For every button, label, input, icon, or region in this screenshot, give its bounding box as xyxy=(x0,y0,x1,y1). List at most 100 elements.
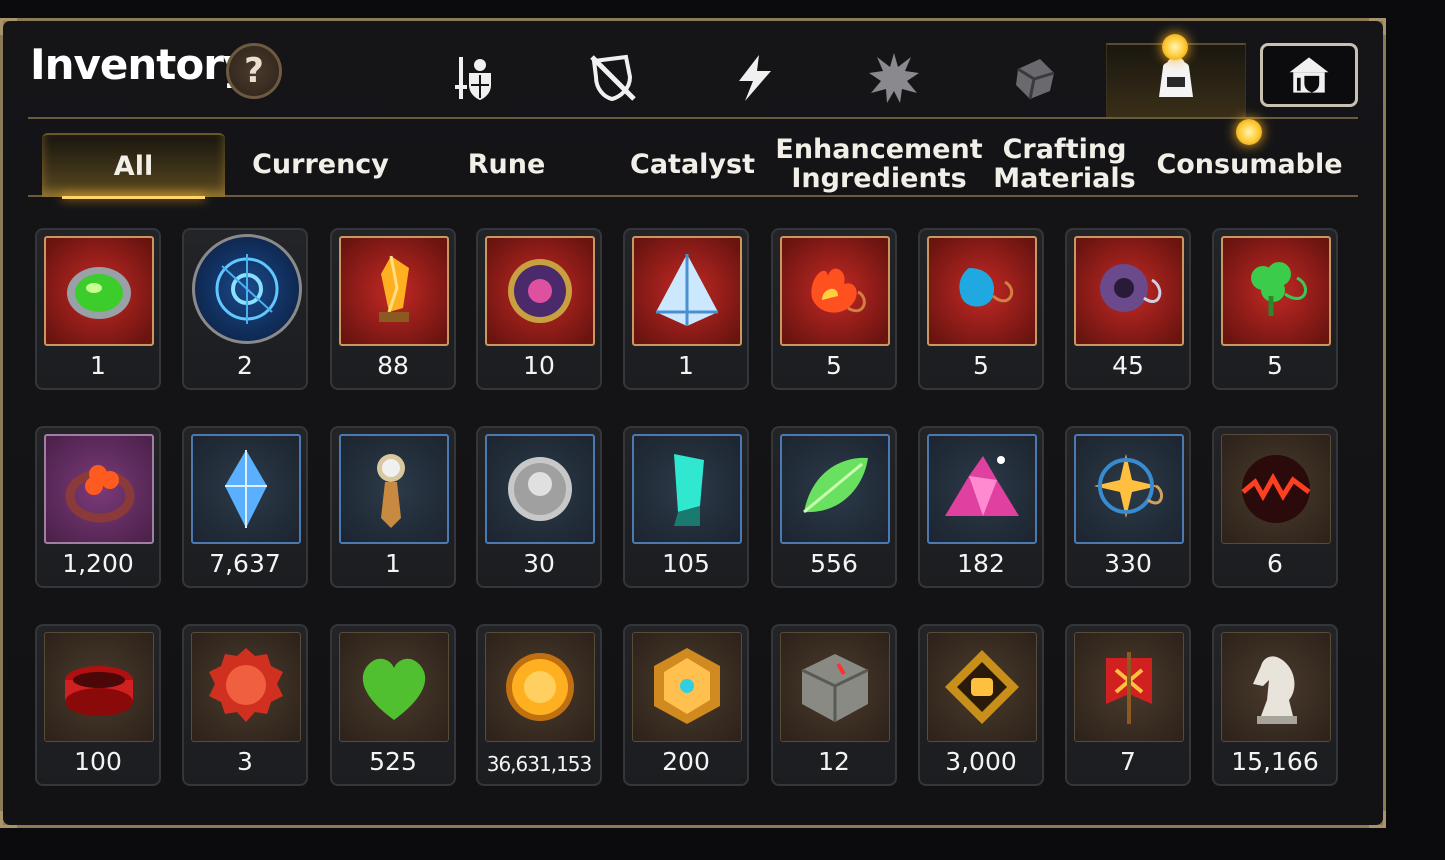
item-art xyxy=(1221,236,1331,346)
lightning-icon xyxy=(739,55,771,101)
cube-icon xyxy=(1016,59,1055,100)
item-count: 100 xyxy=(74,747,122,776)
guild-hall-icon xyxy=(1289,57,1329,93)
green-gem-icon xyxy=(67,267,131,319)
guild-hall-button[interactable] xyxy=(1260,43,1358,107)
help-button[interactable]: ? xyxy=(226,43,282,99)
fire-orb-icon xyxy=(1241,455,1311,523)
inventory-slot[interactable]: 10 xyxy=(476,228,602,390)
inventory-slot[interactable]: 5 xyxy=(1212,228,1338,390)
inventory-slot[interactable]: 3,000 xyxy=(918,624,1044,786)
inventory-slot[interactable]: 7,637 xyxy=(182,426,308,588)
item-art xyxy=(339,236,449,346)
item-count: 7 xyxy=(1120,747,1136,776)
star-necklace-icon xyxy=(1094,454,1164,518)
divider xyxy=(28,117,1358,119)
item-count: 7,637 xyxy=(209,549,281,578)
item-art xyxy=(191,632,301,742)
item-count: 5 xyxy=(826,351,842,380)
item-count: 6 xyxy=(1267,549,1283,578)
tab-rune[interactable]: Rune xyxy=(415,133,598,195)
inventory-slot[interactable]: 100 xyxy=(35,624,161,786)
inventory-slot[interactable]: 5 xyxy=(771,228,897,390)
item-art xyxy=(927,236,1037,346)
item-count: 12 xyxy=(818,747,850,776)
inventory-slot[interactable]: 556 xyxy=(771,426,897,588)
inventory-slot[interactable]: 1 xyxy=(623,228,749,390)
category-spiky-burst[interactable] xyxy=(864,48,924,108)
item-art xyxy=(1074,434,1184,544)
tab-label: Rune xyxy=(467,148,546,180)
red-badge-icon xyxy=(209,648,283,722)
item-count: 2 xyxy=(237,351,253,380)
inventory-slot[interactable]: 182 xyxy=(918,426,1044,588)
inventory-slot[interactable]: 7 xyxy=(1065,624,1191,786)
item-art xyxy=(44,632,154,742)
tab-label: Consumable xyxy=(1156,148,1343,180)
tab-all[interactable]: All xyxy=(42,133,225,199)
teal-crystal-icon xyxy=(674,454,704,526)
item-count: 88 xyxy=(377,351,409,380)
item-art xyxy=(632,434,742,544)
item-count: 525 xyxy=(369,747,417,776)
notification-dot xyxy=(1236,119,1262,145)
item-art xyxy=(780,434,890,544)
blue-rune-orb-icon xyxy=(215,254,279,324)
inventory-slot[interactable]: 200 xyxy=(623,624,749,786)
item-count: 3,000 xyxy=(945,747,1017,776)
category-sword-shield[interactable] xyxy=(442,48,502,108)
item-art xyxy=(44,434,154,544)
inventory-slot[interactable]: 525 xyxy=(330,624,456,786)
inventory-slot[interactable]: 36,631,153 xyxy=(476,624,602,786)
inventory-slot[interactable]: 30 xyxy=(476,426,602,588)
item-art xyxy=(339,434,449,544)
category-cube[interactable] xyxy=(1005,48,1065,108)
category-lightning[interactable] xyxy=(724,48,784,108)
item-count: 330 xyxy=(1104,549,1152,578)
tetra-crystal-icon xyxy=(656,254,718,326)
item-count: 1 xyxy=(90,351,106,380)
inventory-slot[interactable]: 1 xyxy=(330,426,456,588)
tab-label: All xyxy=(113,150,154,182)
tab-catalyst[interactable]: Catalyst xyxy=(601,133,784,195)
inventory-slot[interactable]: 1,200 xyxy=(35,426,161,588)
stone-block-icon xyxy=(801,654,869,722)
item-art xyxy=(780,632,890,742)
gold-coin-icon xyxy=(506,653,574,721)
item-count: 5 xyxy=(1267,351,1283,380)
tab-crafting-materials[interactable]: Crafting Materials xyxy=(973,133,1156,195)
item-count: 556 xyxy=(810,549,858,578)
tab-label: Crafting Materials xyxy=(993,134,1136,194)
inventory-slot[interactable]: 6 xyxy=(1212,426,1338,588)
inventory-slot[interactable]: 1 xyxy=(35,228,161,390)
clover-necklace-icon xyxy=(1251,262,1307,316)
inventory-slot[interactable]: 2 xyxy=(182,228,308,390)
item-count: 105 xyxy=(662,549,710,578)
inventory-slot[interactable]: 5 xyxy=(918,228,1044,390)
item-count: 45 xyxy=(1112,351,1144,380)
tab-enhancement-ingredients[interactable]: Enhancement Ingredients xyxy=(775,133,982,195)
item-count: 1 xyxy=(385,549,401,578)
item-art xyxy=(1074,632,1184,742)
inventory-slot[interactable]: 45 xyxy=(1065,228,1191,390)
category-crossed-shield[interactable] xyxy=(583,48,643,108)
tab-label: Catalyst xyxy=(630,148,755,180)
item-art xyxy=(485,236,595,346)
inventory-slot[interactable]: 105 xyxy=(623,426,749,588)
inventory-slot[interactable]: 88 xyxy=(330,228,456,390)
inventory-slot[interactable]: 12 xyxy=(771,624,897,786)
panel-corner xyxy=(1369,18,1386,35)
inventory-slot[interactable]: 15,166 xyxy=(1212,624,1338,786)
clover-ring-icon xyxy=(65,465,135,523)
inventory-slot[interactable]: 3 xyxy=(182,624,308,786)
fist-badge-icon xyxy=(945,650,1019,724)
item-art xyxy=(927,434,1037,544)
tab-currency[interactable]: Currency xyxy=(229,133,412,195)
panel-corner xyxy=(0,811,17,828)
green-heart-icon xyxy=(362,658,426,720)
crossed-shield-icon xyxy=(590,54,636,102)
item-count: 3 xyxy=(237,747,253,776)
item-count: 200 xyxy=(662,747,710,776)
item-art xyxy=(927,632,1037,742)
inventory-slot[interactable]: 330 xyxy=(1065,426,1191,588)
